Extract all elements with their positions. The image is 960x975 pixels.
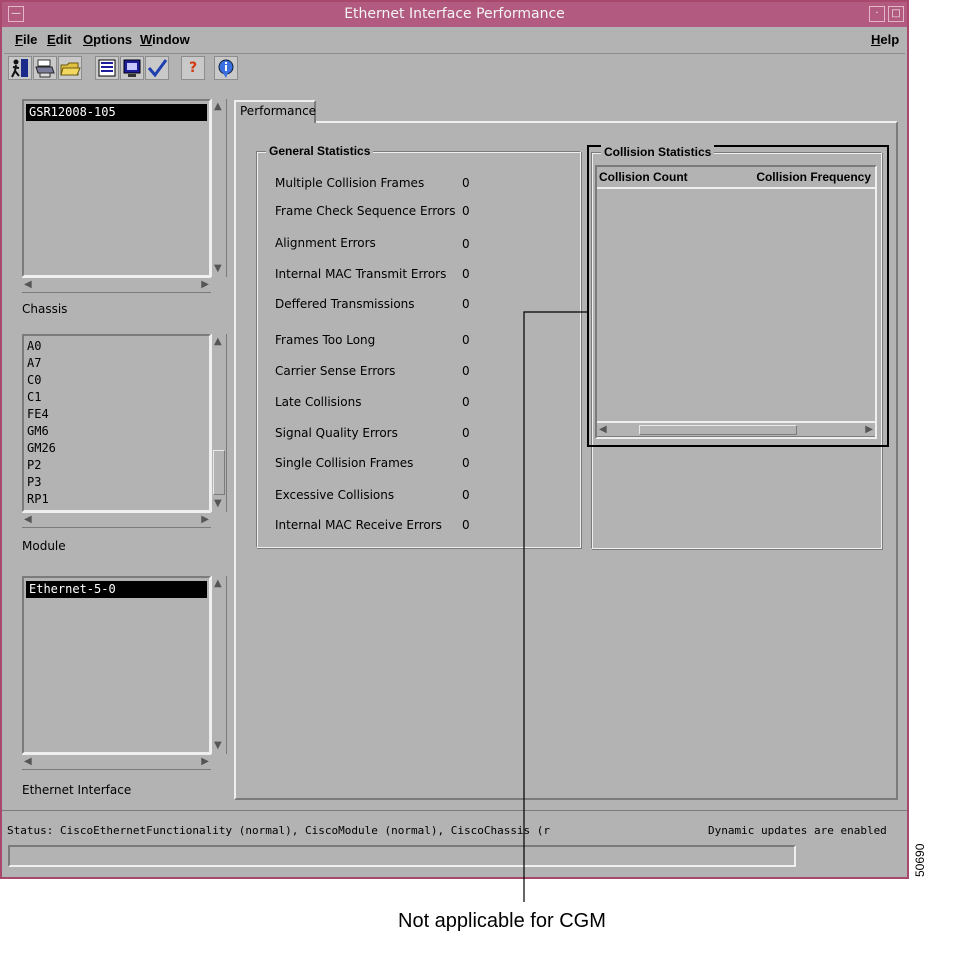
callout-line — [523, 311, 587, 902]
annotation-text: Not applicable for CGM — [398, 910, 606, 932]
figure-number: 50690 — [913, 843, 927, 877]
